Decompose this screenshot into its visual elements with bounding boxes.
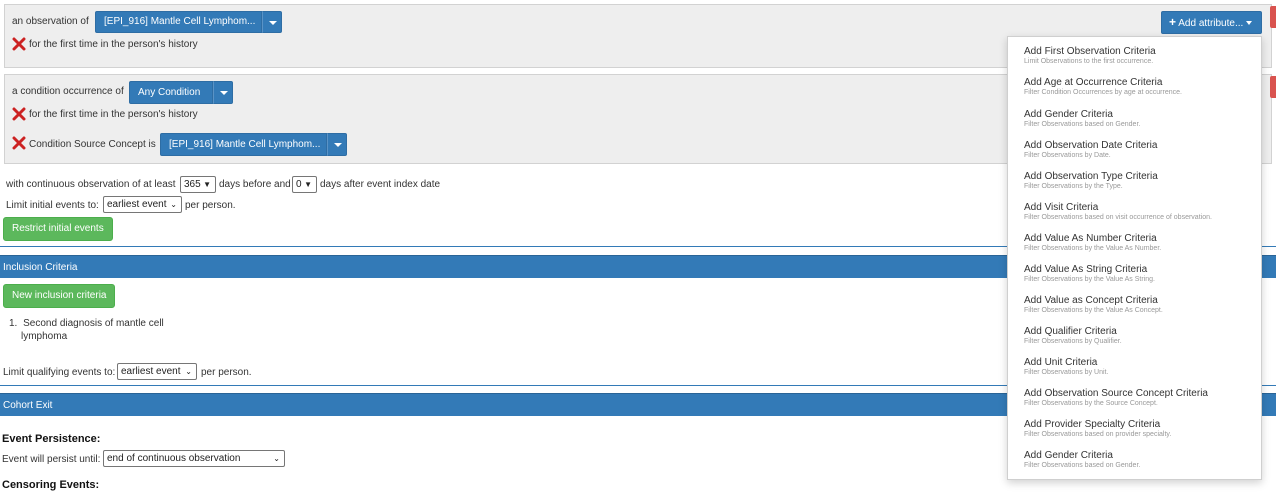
menu-item-desc: Filter Observations based on Gender. <box>1024 462 1141 469</box>
limit-qualifying-select[interactable]: earliest event ⌄ <box>117 363 197 380</box>
menu-item-observation-source-concept[interactable]: Add Observation Source Concept Criteria … <box>1024 388 1208 407</box>
menu-item-desc: Filter Observations by Qualifier. <box>1024 338 1122 345</box>
menu-item-visit[interactable]: Add Visit Criteria Filter Observations b… <box>1024 202 1212 221</box>
x-icon[interactable] <box>12 136 26 150</box>
inclusion-item-line2[interactable]: lymphoma <box>21 331 67 342</box>
menu-item-observation-date[interactable]: Add Observation Date Criteria Filter Obs… <box>1024 140 1157 159</box>
menu-item-gender[interactable]: Add Gender Criteria Filter Observations … <box>1024 109 1140 128</box>
menu-item-title: Add Age at Occurrence Criteria <box>1024 77 1163 88</box>
menu-item-desc: Filter Observations based on provider sp… <box>1024 431 1172 438</box>
menu-item-title: Add Value As Number Criteria <box>1024 233 1157 244</box>
limit-initial-value: earliest event <box>107 199 167 210</box>
menu-item-title: Add Unit Criteria <box>1024 357 1098 368</box>
caret-down-icon: ▼ <box>203 180 211 189</box>
observation-window-suffix: days after event index date <box>320 179 441 190</box>
persist-select[interactable]: end of continuous observation ⌄ <box>103 450 285 467</box>
menu-item-desc: Filter Observations by Unit. <box>1024 369 1109 376</box>
add-attribute-label: Add attribute... <box>1178 18 1244 29</box>
remove-criteria-button-edge[interactable] <box>1270 6 1276 28</box>
restrict-initial-events-button[interactable]: Restrict initial events <box>3 217 113 241</box>
days-before-select[interactable]: 365 ▼ <box>180 176 216 193</box>
observation-lead-text: an observation of <box>12 16 89 27</box>
persist-value: end of continuous observation <box>107 453 241 464</box>
menu-item-first-observation[interactable]: Add First Observation Criteria Limit Obs… <box>1024 46 1156 65</box>
limit-initial-select[interactable]: earliest event ⌄ <box>103 196 182 213</box>
persist-label: Event will persist until: <box>2 454 101 465</box>
source-concept-text: Condition Source Concept is <box>29 139 156 150</box>
menu-item-title: Add Observation Date Criteria <box>1024 140 1158 151</box>
menu-item-desc: Filter Observations by the Type. <box>1024 183 1123 190</box>
days-before-value: 365 <box>184 179 201 190</box>
inclusion-item-line1[interactable]: Second diagnosis of mantle cell <box>23 318 164 329</box>
x-icon[interactable] <box>12 107 26 121</box>
source-concept-dropdown[interactable]: [EPI_916] Mantle Cell Lymphom... <box>160 133 347 156</box>
menu-item-desc: Filter Condition Occurrences by age at o… <box>1024 89 1182 96</box>
condition-concept-button[interactable]: Any Condition <box>129 81 213 104</box>
event-persistence-heading: Event Persistence: <box>2 433 101 445</box>
caret-down-icon[interactable] <box>327 133 347 156</box>
menu-item-desc: Filter Observations by the Source Concep… <box>1024 400 1158 407</box>
menu-item-desc: Filter Observations by the Value As Conc… <box>1024 307 1163 314</box>
censoring-events-heading: Censoring Events: <box>2 479 100 491</box>
menu-item-title: Add Value as Concept Criteria <box>1024 295 1158 306</box>
menu-item-title: Add Gender Criteria <box>1024 450 1113 461</box>
observation-concept-button[interactable]: [EPI_916] Mantle Cell Lymphom... <box>95 11 262 33</box>
observation-window-prefix: with continuous observation of at least <box>6 179 176 190</box>
menu-item-title: Add Provider Specialty Criteria <box>1024 419 1161 430</box>
inclusion-item-number: 1. <box>9 318 18 329</box>
menu-item-value-as-number[interactable]: Add Value As Number Criteria Filter Obse… <box>1024 233 1161 252</box>
caret-down-icon <box>1246 21 1253 26</box>
caret-down-icon[interactable] <box>213 81 233 104</box>
menu-item-title: Add Value As String Criteria <box>1024 264 1148 275</box>
days-after-value: 0 <box>296 179 302 190</box>
limit-initial-suffix: per person. <box>185 200 236 211</box>
menu-item-title: Add First Observation Criteria <box>1024 46 1156 57</box>
menu-item-title: Add Observation Source Concept Criteria <box>1024 388 1208 399</box>
chevron-down-icon: ⌄ <box>273 454 280 463</box>
limit-initial-label: Limit initial events to: <box>6 200 99 211</box>
menu-item-desc: Filter Observations by the Value As Stri… <box>1024 276 1155 283</box>
menu-item-desc: Filter Observations by Date. <box>1024 152 1111 159</box>
add-attribute-button[interactable]: + Add attribute... <box>1161 11 1262 34</box>
limit-qualifying-value: earliest event <box>121 366 181 377</box>
menu-item-title: Add Qualifier Criteria <box>1024 326 1117 337</box>
menu-item-desc: Filter Observations based on visit occur… <box>1024 214 1212 221</box>
menu-item-desc: Filter Observations by the Value As Numb… <box>1024 245 1162 252</box>
menu-item-title: Add Observation Type Criteria <box>1024 171 1158 182</box>
menu-item-gender-2[interactable]: Add Gender Criteria Filter Observations … <box>1024 450 1140 469</box>
menu-item-provider-specialty[interactable]: Add Provider Specialty Criteria Filter O… <box>1024 419 1171 438</box>
observation-first-time-text: for the first time in the person's histo… <box>29 39 198 50</box>
menu-item-desc: Filter Observations based on Gender. <box>1024 121 1141 128</box>
menu-item-observation-type[interactable]: Add Observation Type Criteria Filter Obs… <box>1024 171 1158 190</box>
menu-item-unit[interactable]: Add Unit Criteria Filter Observations by… <box>1024 357 1108 376</box>
new-inclusion-criteria-button[interactable]: New inclusion criteria <box>3 284 116 308</box>
observation-window-middle: days before and <box>219 179 291 190</box>
limit-qualifying-label: Limit qualifying events to: <box>3 367 116 378</box>
observation-concept-dropdown[interactable]: [EPI_916] Mantle Cell Lymphom... <box>95 11 282 33</box>
menu-item-value-as-string[interactable]: Add Value As String Criteria Filter Obse… <box>1024 264 1155 283</box>
chevron-down-icon: ⌄ <box>185 367 192 376</box>
days-after-select[interactable]: 0 ▼ <box>292 176 317 193</box>
menu-item-desc: Limit Observations to the first occurren… <box>1024 58 1154 65</box>
source-concept-button[interactable]: [EPI_916] Mantle Cell Lymphom... <box>160 133 327 156</box>
remove-criteria-button-edge[interactable] <box>1270 76 1276 98</box>
limit-qualifying-suffix: per person. <box>201 367 252 378</box>
menu-item-value-as-concept[interactable]: Add Value as Concept Criteria Filter Obs… <box>1024 295 1163 314</box>
condition-first-time-text: for the first time in the person's histo… <box>29 109 198 120</box>
condition-lead-text: a condition occurrence of <box>12 86 124 97</box>
menu-item-age-at-occurrence[interactable]: Add Age at Occurrence Criteria Filter Co… <box>1024 77 1182 96</box>
chevron-down-icon: ⌄ <box>170 200 177 209</box>
inclusion-list-item[interactable]: 1. Second diagnosis of mantle cell lymph… <box>9 317 164 343</box>
add-attribute-menu: Add First Observation Criteria Limit Obs… <box>1007 36 1262 480</box>
menu-item-title: Add Gender Criteria <box>1024 109 1113 120</box>
menu-item-qualifier[interactable]: Add Qualifier Criteria Filter Observatio… <box>1024 326 1122 345</box>
caret-down-icon: ▼ <box>304 180 312 189</box>
x-icon[interactable] <box>12 37 26 51</box>
caret-down-icon[interactable] <box>262 11 282 33</box>
menu-item-title: Add Visit Criteria <box>1024 202 1099 213</box>
condition-concept-dropdown[interactable]: Any Condition <box>129 81 233 104</box>
plus-icon: + <box>1169 15 1177 29</box>
